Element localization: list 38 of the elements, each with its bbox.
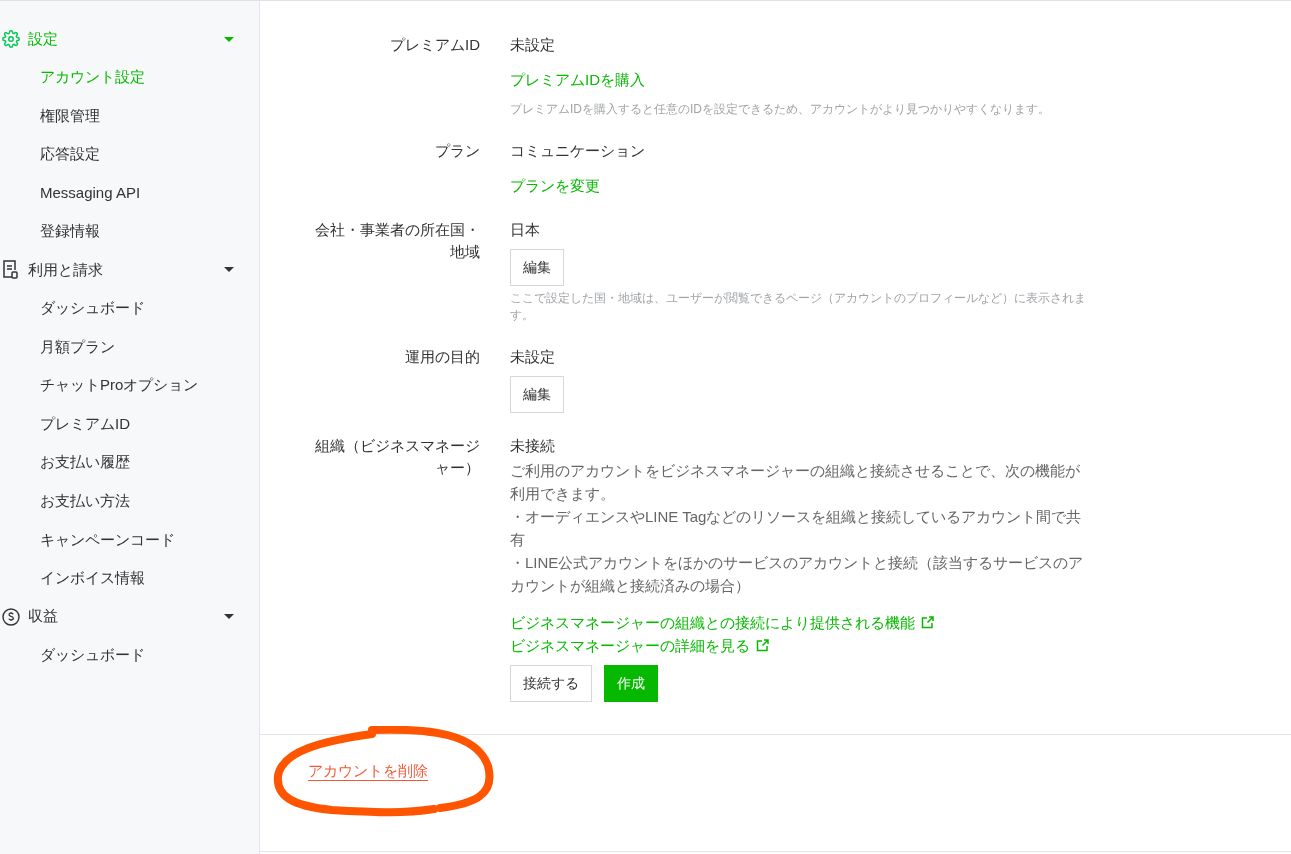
description-text: ご利用のアカウントをビジネスマネージャーの組織と接続させることで、次の機能が利用できます。 (510, 461, 1081, 504)
sidebar-item[interactable]: 応答設定 (40, 143, 100, 166)
sidebar-item[interactable]: お支払い方法 (40, 490, 130, 513)
sidebar-item[interactable]: インボイス情報 (40, 567, 145, 590)
setting-value: 日本 (510, 220, 540, 240)
sidebar-item[interactable]: Messaging API (40, 181, 141, 205)
setting-label: プレミアムID (389, 35, 480, 55)
sidebar-item[interactable]: プレミアムID (40, 412, 130, 436)
caret-icon[interactable] (224, 267, 234, 273)
help-text: ここで設定した国・地域は、ユーザーが閲覧できるページ（アカウントのプロフィールなど）に表示されます。 (510, 290, 1087, 324)
setting-label: 組織（ビジネスマネージャー） (314, 436, 480, 478)
gear-icon (2, 30, 20, 48)
setting-label: 会社・事業者の所在国・地域 (314, 220, 480, 262)
document-icon (2, 260, 18, 280)
secondary-button[interactable]: 接続する (510, 665, 592, 702)
setting-value: コミュニケーション (510, 141, 645, 161)
sidebar-section-title[interactable]: 利用と請求 (28, 258, 224, 282)
sidebar-item[interactable]: 権限管理 (40, 104, 100, 128)
dollar-icon (2, 607, 20, 626)
sidebar-item[interactable]: 月額プラン (40, 335, 115, 359)
help-text: プレミアムIDを購入すると任意のIDを設定できるため、アカウントがより見つかりやすくなります。 (510, 101, 1050, 118)
setting-value: 未設定 (510, 347, 555, 367)
sidebar-item[interactable]: 登録情報 (40, 220, 100, 243)
setting-label: 運用の目的 (404, 347, 480, 367)
sidebar-item[interactable]: キャンペーンコード (40, 528, 175, 552)
setting-label: プラン (434, 141, 480, 161)
sidebar-item[interactable]: お支払い履歴 (40, 451, 130, 474)
setting-value: 未接続 (510, 436, 555, 456)
description-text: ・LINE公式アカウントをほかのサービスのアカウントと接続（該当するサービスのアカウントが組織と接続済みの場合） (510, 553, 1085, 596)
description-text: ・オーディエンスやLINE Tagなどのリソースを組織と接続しているアカウント間で共有 (510, 507, 1083, 550)
secondary-button[interactable]: 編集 (510, 249, 564, 286)
sidebar-item[interactable]: チャットProオプション (40, 374, 199, 397)
setting-value: 未設定 (510, 35, 555, 55)
sidebar-item[interactable]: ダッシュボード (40, 643, 145, 667)
sidebar-section-title[interactable]: 収益 (28, 605, 224, 628)
sidebar-item[interactable]: ダッシュボード (40, 297, 145, 320)
secondary-button[interactable]: 編集 (510, 376, 564, 413)
caret-icon[interactable] (224, 614, 234, 620)
